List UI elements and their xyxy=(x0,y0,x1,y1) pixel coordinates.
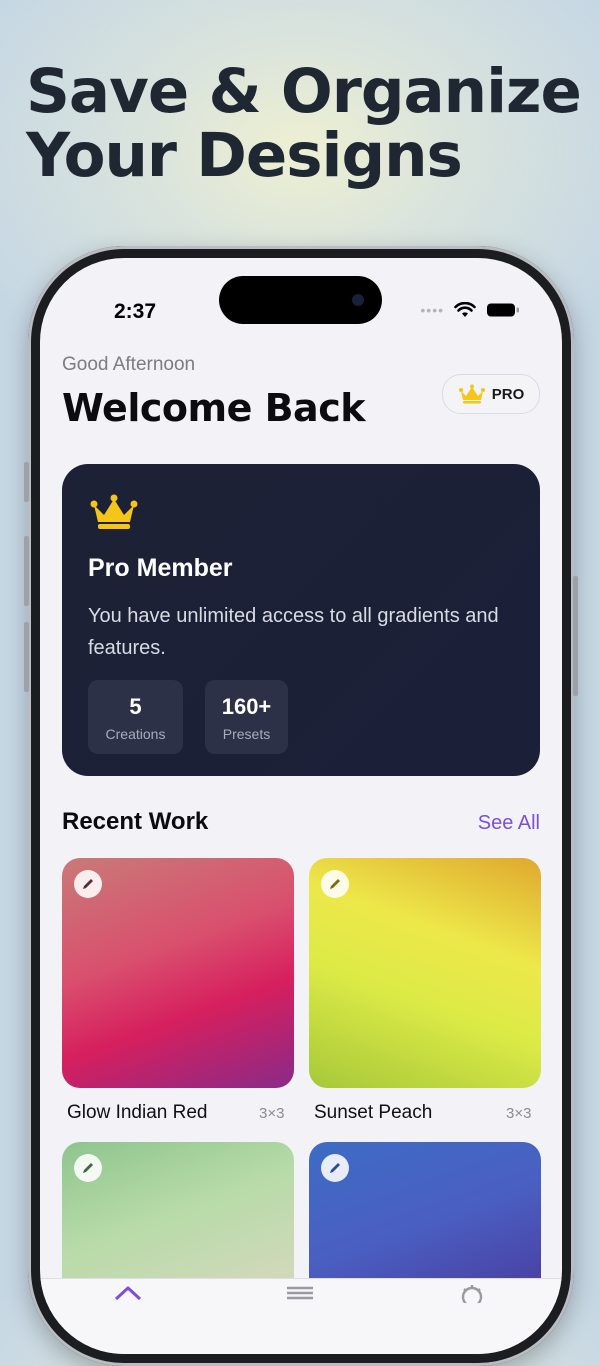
volume-up-button xyxy=(24,536,29,606)
pencil-icon xyxy=(83,879,93,889)
status-icons: •••• xyxy=(420,302,520,318)
action-button xyxy=(24,462,29,502)
signal-icon: •••• xyxy=(420,302,444,318)
edit-button[interactable] xyxy=(321,1154,349,1182)
edit-button[interactable] xyxy=(74,1154,102,1182)
pencil-icon xyxy=(330,1163,340,1173)
battery-icon xyxy=(487,303,519,317)
gradient-tile[interactable] xyxy=(309,858,541,1088)
recent-work-title: Recent Work xyxy=(62,808,209,835)
tile-grid-size: 3×3 xyxy=(259,1105,285,1122)
home-icon[interactable] xyxy=(112,1285,144,1305)
wifi-icon xyxy=(454,302,476,317)
stat-value: 160+ xyxy=(221,694,272,719)
dynamic-island xyxy=(219,276,382,324)
edit-button[interactable] xyxy=(321,870,349,898)
pencil-icon xyxy=(330,879,340,889)
tab-bar xyxy=(40,1278,562,1354)
app-screen: 2:37 •••• Good Afternoon Welcome Back PR… xyxy=(40,258,562,1354)
page-title: Welcome Back xyxy=(62,386,366,430)
tile-name: Glow Indian Red xyxy=(67,1102,208,1123)
tile-grid-size: 3×3 xyxy=(506,1105,532,1122)
stat-presets: 160+ Presets xyxy=(205,680,288,754)
stat-label: Presets xyxy=(222,726,271,742)
see-all-link[interactable]: See All xyxy=(478,812,540,835)
pro-card-description: You have unlimited access to all gradien… xyxy=(88,605,499,659)
stat-label: Creations xyxy=(105,726,166,742)
crown-icon xyxy=(458,384,485,404)
promo-line-2: Your Designs xyxy=(26,120,463,191)
stat-value: 5 xyxy=(129,694,142,719)
pro-badge-button[interactable]: PRO xyxy=(442,374,540,414)
pro-member-card: Pro Member You have unlimited access to … xyxy=(62,464,540,776)
greeting-text: Good Afternoon xyxy=(62,354,196,375)
phone-frame: 2:37 •••• Good Afternoon Welcome Back PR… xyxy=(24,246,578,1366)
pro-badge-label: PRO xyxy=(491,385,525,403)
power-button xyxy=(573,576,578,696)
camera-icon xyxy=(352,294,364,306)
status-time: 2:37 xyxy=(114,300,157,323)
crown-icon xyxy=(90,494,138,529)
gradient-tile[interactable] xyxy=(62,858,294,1088)
tile-name: Sunset Peach xyxy=(314,1102,433,1123)
stat-creations: 5 Creations xyxy=(88,680,183,754)
volume-down-button xyxy=(24,622,29,692)
pro-card-title: Pro Member xyxy=(88,554,233,582)
edit-button[interactable] xyxy=(74,870,102,898)
promo-headline: Save & Organize Your Designs xyxy=(26,56,582,191)
gear-icon[interactable] xyxy=(457,1283,487,1303)
promo-line-1: Save & Organize xyxy=(26,56,582,127)
pencil-icon xyxy=(83,1163,93,1173)
